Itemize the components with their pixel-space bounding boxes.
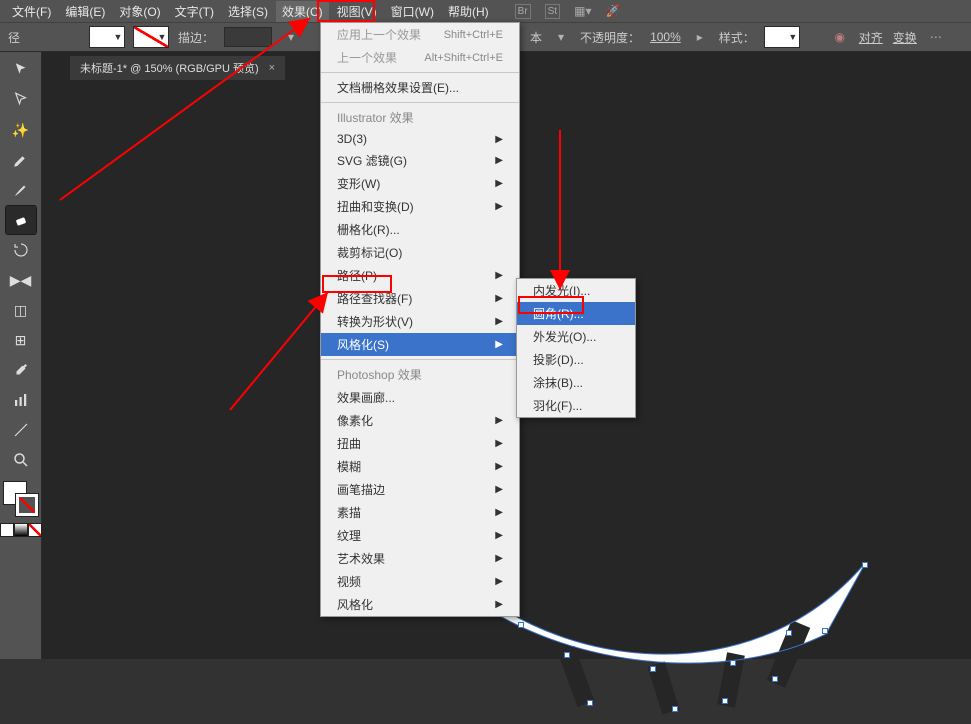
ben-dropdown-icon[interactable]: ▾ [552,28,570,46]
menu-effect[interactable]: 效果(C) [276,1,329,22]
selection-tool[interactable] [6,56,36,84]
menu-pixelate[interactable]: 像素化▶ [321,409,519,432]
gpu-icon[interactable]: 🚀 [605,4,620,18]
menu-effect-gallery[interactable]: 效果画廊... [321,386,519,409]
menu-texture[interactable]: 纹理▶ [321,524,519,547]
none-mode-icon[interactable] [29,524,41,536]
menubar: 文件(F) 编辑(E) 对象(O) 文字(T) 选择(S) 效果(C) 视图(V… [0,0,971,22]
stroke-color-swatch[interactable] [16,494,38,516]
menu-crop-marks[interactable]: 裁剪标记(O) [321,241,519,264]
menu-stylize[interactable]: 风格化(S)▶ [321,333,519,356]
section-photoshop-effects: Photoshop 效果 [321,363,519,386]
submenu-round-corners[interactable]: 圆角(R)... [517,302,635,325]
menu-path[interactable]: 路径(P)▶ [321,264,519,287]
menu-convert-to-shape[interactable]: 转换为形状(V)▶ [321,310,519,333]
brush-tool[interactable] [6,176,36,204]
opacity-dropdown-icon[interactable]: ▸ [691,28,709,46]
menu-window[interactable]: 窗口(W) [385,1,440,22]
pen-tool[interactable] [6,146,36,174]
anchor-handle[interactable] [730,660,736,666]
document-tab[interactable]: 未标题-1* @ 150% (RGB/GPU 预览) × [70,56,285,80]
menu-help[interactable]: 帮助(H) [442,1,495,22]
stroke-swatch[interactable]: ▼ [134,27,168,47]
eyedropper-tool[interactable] [6,356,36,384]
anchor-handle[interactable] [672,706,678,712]
effects-menu: 应用上一个效果Shift+Ctrl+E 上一个效果Alt+Shift+Ctrl+… [320,22,520,617]
radius-label: 径 [8,29,20,46]
fill-stroke-swatches[interactable] [4,482,38,516]
shape-builder-tool[interactable]: ◫ [6,296,36,324]
menu-brush-strokes[interactable]: 画笔描边▶ [321,478,519,501]
ben-label: 本 [530,29,542,46]
menu-distort-transform[interactable]: 扭曲和变换(D)▶ [321,195,519,218]
menu-object[interactable]: 对象(O) [113,1,166,22]
menu-edit[interactable]: 编辑(E) [59,1,111,22]
menu-type[interactable]: 文字(T) [169,1,220,22]
menu-file[interactable]: 文件(F) [6,1,57,22]
stroke-dropdown-icon[interactable]: ▾ [282,28,300,46]
menu-select[interactable]: 选择(S) [222,1,274,22]
magic-wand-tool[interactable]: ✨ [6,116,36,144]
document-title: 未标题-1* @ 150% (RGB/GPU 预览) [80,60,259,76]
bridge-icon[interactable]: Br [515,4,531,19]
close-tab-icon[interactable]: × [269,62,275,74]
menu-view[interactable]: 视图(V) [331,1,383,22]
menu-last-effect[interactable]: 上一个效果Alt+Shift+Ctrl+E [321,46,519,69]
submenu-feather[interactable]: 羽化(F)... [517,394,635,417]
slice-tool[interactable] [6,416,36,444]
menu-apply-last-effect[interactable]: 应用上一个效果Shift+Ctrl+E [321,23,519,46]
submenu-outer-glow[interactable]: 外发光(O)... [517,325,635,348]
submenu-inner-glow[interactable]: 内发光(I)... [517,279,635,302]
menu-video[interactable]: 视频▶ [321,570,519,593]
menu-doc-raster-settings[interactable]: 文档栅格效果设置(E)... [321,76,519,99]
section-illustrator-effects: Illustrator 效果 [321,106,519,129]
recolor-icon[interactable]: ◉ [831,28,849,46]
mesh-tool[interactable]: ⊞ [6,326,36,354]
menu-distort-ps[interactable]: 扭曲▶ [321,432,519,455]
align-label[interactable]: 对齐 [859,29,883,46]
anchor-handle[interactable] [786,630,792,636]
anchor-handle[interactable] [564,652,570,658]
menu-pathfinder[interactable]: 路径查找器(F)▶ [321,287,519,310]
more-icon[interactable]: ⋯ [927,28,945,46]
menu-blur[interactable]: 模糊▶ [321,455,519,478]
submenu-drop-shadow[interactable]: 投影(D)... [517,348,635,371]
anchor-handle[interactable] [650,666,656,672]
opacity-value[interactable]: 100% [650,30,681,44]
direct-selection-tool[interactable] [6,86,36,114]
style-label: 样式： [719,29,755,46]
graphic-style-swatch[interactable]: ▼ [765,27,799,47]
stock-icon[interactable]: St [545,4,560,19]
anchor-handle[interactable] [587,700,593,706]
menu-warp[interactable]: 变形(W)▶ [321,172,519,195]
menu-rasterize[interactable]: 栅格化(R)... [321,218,519,241]
column-graph-tool[interactable] [6,386,36,414]
opacity-label: 不透明度： [580,29,640,46]
menu-svg-filters[interactable]: SVG 滤镜(G)▶ [321,149,519,172]
toolbar: ✨ ▶◀ ◫ ⊞ [0,52,42,659]
transform-label[interactable]: 变换 [893,29,917,46]
anchor-handle[interactable] [722,698,728,704]
eraser-tool[interactable] [6,206,36,234]
arrange-docs-icon[interactable]: ▦▾ [574,4,591,18]
width-tool[interactable]: ▶◀ [6,266,36,294]
menu-artistic[interactable]: 艺术效果▶ [321,547,519,570]
submenu-scribble[interactable]: 涂抹(B)... [517,371,635,394]
menu-stylize-ps[interactable]: 风格化▶ [321,593,519,616]
fill-swatch[interactable]: ▼ [90,27,124,47]
anchor-handle[interactable] [772,676,778,682]
stylize-submenu: 内发光(I)... 圆角(R)... 外发光(O)... 投影(D)... 涂抹… [516,278,636,418]
gradient-mode-icon[interactable] [15,524,27,536]
menu-sketch[interactable]: 素描▶ [321,501,519,524]
menu-3d[interactable]: 3D(3)▶ [321,129,519,149]
anchor-handle[interactable] [822,628,828,634]
zoom-tool[interactable] [6,446,36,474]
rotate-tool[interactable] [6,236,36,264]
color-mode-icon[interactable] [1,524,13,536]
stroke-weight-input[interactable] [224,27,272,47]
anchor-handle[interactable] [862,562,868,568]
stroke-label: 描边： [178,29,214,46]
anchor-handle[interactable] [518,622,524,628]
